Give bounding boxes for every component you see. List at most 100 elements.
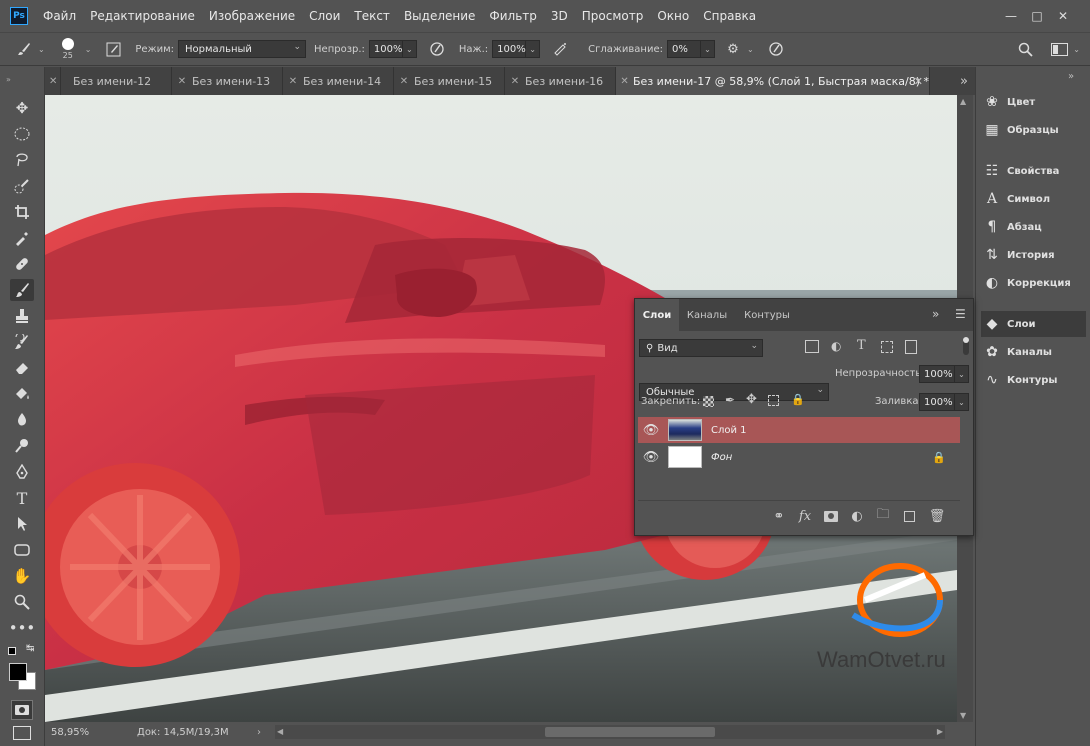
smoothing-chevron-icon[interactable]: ⌄: [700, 40, 715, 58]
layer-filter-dropdown[interactable]: ⚲ Вид ⌄: [639, 339, 763, 357]
add-mask-icon[interactable]: [821, 506, 841, 526]
type-tool-icon[interactable]: T: [10, 487, 34, 509]
eraser-tool-icon[interactable]: [10, 357, 34, 379]
horizontal-scroll-thumb[interactable]: [545, 727, 715, 737]
close-tab-icon[interactable]: ✕: [287, 76, 299, 87]
fill-chevron-icon[interactable]: ⌄: [955, 393, 969, 411]
menu-edit[interactable]: Редактирование: [83, 9, 202, 23]
menu-3d[interactable]: 3D: [544, 9, 575, 23]
opacity-pressure-icon[interactable]: [427, 39, 447, 59]
minimize-button[interactable]: —: [998, 6, 1024, 26]
filter-type-icon[interactable]: T: [857, 338, 866, 353]
tab-doc-12[interactable]: ✕: [45, 67, 61, 95]
tab-doc-16[interactable]: ✕ Без имени-16: [505, 67, 616, 95]
tab-doc-17[interactable]: ✕ Без имени-17 @ 58,9% (Слой 1, Быстрая м…: [616, 67, 930, 95]
scroll-right-icon[interactable]: ▶: [937, 727, 943, 736]
screen-mode-icon[interactable]: [13, 726, 31, 740]
fill-field[interactable]: 100%: [919, 393, 955, 411]
tab-paths[interactable]: Контуры: [735, 299, 799, 331]
preset-chevron-icon[interactable]: ⌄: [38, 45, 45, 54]
default-colors-icon[interactable]: [8, 647, 16, 655]
mode-dropdown[interactable]: Нормальный ⌄: [178, 40, 307, 58]
status-menu-icon[interactable]: ›: [257, 727, 261, 738]
dock-item-paragraph[interactable]: ¶ Абзац: [981, 214, 1086, 240]
dock-item-properties[interactable]: ☷ Свойства: [981, 158, 1086, 184]
scroll-left-icon[interactable]: ◀: [277, 727, 283, 736]
adjustment-layer-icon[interactable]: ◐: [847, 506, 867, 526]
menu-filter[interactable]: Фильтр: [482, 9, 543, 23]
close-window-button[interactable]: ✕: [1050, 6, 1076, 26]
quick-mask-button[interactable]: [11, 700, 33, 720]
dock-item-swatches[interactable]: ▦ Образцы: [981, 117, 1086, 143]
rectangle-tool-icon[interactable]: [10, 539, 34, 561]
lock-all-icon[interactable]: 🔒: [791, 393, 805, 406]
lock-position-icon[interactable]: ✥: [746, 392, 757, 407]
crop-tool-icon[interactable]: [10, 201, 34, 223]
dock-collapse-icon[interactable]: »: [1068, 71, 1074, 82]
stamp-tool-icon[interactable]: [10, 305, 34, 327]
filter-toggle[interactable]: [963, 337, 969, 355]
path-selection-tool-icon[interactable]: [10, 513, 34, 535]
marquee-tool-icon[interactable]: [10, 123, 34, 145]
tab-layers[interactable]: Слои: [635, 299, 679, 331]
smoothing-field[interactable]: 0%: [666, 40, 701, 58]
layer-opacity-chevron-icon[interactable]: ⌄: [955, 365, 969, 383]
swap-colors-icon[interactable]: ↹: [26, 643, 34, 654]
close-tab-icon[interactable]: ✕: [176, 76, 188, 87]
foreground-color-swatch[interactable]: [9, 663, 27, 681]
menu-window[interactable]: Окно: [650, 9, 696, 23]
horizontal-scrollbar[interactable]: ◀ ▶: [275, 725, 945, 739]
workspace-icon[interactable]: [1049, 39, 1069, 59]
zoom-tool-icon[interactable]: [10, 591, 34, 613]
close-tab-icon[interactable]: ✕: [620, 76, 629, 87]
dock-item-color[interactable]: ❀ Цвет: [981, 89, 1086, 115]
close-tab-icon[interactable]: ✕: [398, 76, 410, 87]
pressure-size-icon[interactable]: [766, 39, 786, 59]
healing-brush-tool-icon[interactable]: [10, 253, 34, 275]
brush-size-picker[interactable]: 25: [55, 38, 81, 60]
folder-icon[interactable]: 🗀: [873, 506, 893, 526]
paint-bucket-tool-icon[interactable]: [10, 383, 34, 405]
dock-item-layers[interactable]: ◆ Слои: [981, 311, 1086, 337]
zoom-level[interactable]: 58,95%: [45, 727, 95, 738]
dock-item-adjustments[interactable]: ◐ Коррекция: [981, 270, 1086, 296]
brush-tool-icon[interactable]: [10, 279, 34, 301]
search-icon[interactable]: [1015, 39, 1035, 59]
dock-item-character[interactable]: A Символ: [981, 186, 1086, 212]
tab-doc-14[interactable]: ✕ Без имени-14: [283, 67, 394, 95]
new-layer-icon[interactable]: [899, 506, 919, 526]
eye-icon[interactable]: 👁: [638, 450, 664, 465]
tab-doc-15[interactable]: ✕ Без имени-15: [394, 67, 505, 95]
filter-pixel-icon[interactable]: [805, 340, 819, 353]
lock-transparent-icon[interactable]: [703, 396, 714, 407]
menu-image[interactable]: Изображение: [202, 9, 302, 23]
airbrush-icon[interactable]: [550, 39, 570, 59]
tabs-overflow-icon[interactable]: »: [953, 67, 975, 95]
menu-type[interactable]: Текст: [347, 9, 397, 23]
move-tool-icon[interactable]: ✥: [10, 97, 34, 119]
menu-file[interactable]: Файл: [36, 9, 83, 23]
scroll-up-icon[interactable]: ▲: [960, 97, 966, 106]
dodge-tool-icon[interactable]: [10, 435, 34, 457]
layer-row-background[interactable]: 👁 Фон 🔒: [638, 444, 960, 470]
close-active-tab-icon[interactable]: ✕: [914, 75, 923, 88]
more-tools-icon[interactable]: •••: [9, 617, 36, 639]
panel-menu-icon[interactable]: ☰: [955, 307, 966, 321]
dock-item-history[interactable]: ⇅ История: [981, 242, 1086, 268]
flow-chevron-icon[interactable]: ⌄: [526, 40, 541, 58]
dock-item-channels[interactable]: ✿ Каналы: [981, 339, 1086, 365]
history-brush-tool-icon[interactable]: [10, 331, 34, 353]
workspace-chevron-icon[interactable]: ⌄: [1073, 45, 1080, 54]
opacity-chevron-icon[interactable]: ⌄: [402, 40, 417, 58]
trash-icon[interactable]: 🗑: [927, 506, 947, 526]
layer-opacity-field[interactable]: 100%: [919, 365, 955, 383]
filter-smart-object-icon[interactable]: [905, 340, 917, 354]
tab-doc-13[interactable]: ✕ Без имени-13: [172, 67, 283, 95]
brush-size-chevron-icon[interactable]: ⌄: [85, 45, 92, 54]
hand-tool-icon[interactable]: ✋: [10, 565, 34, 587]
flow-field[interactable]: 100%: [492, 40, 527, 58]
eye-icon[interactable]: 👁: [638, 423, 664, 438]
fx-icon[interactable]: fx: [795, 506, 815, 526]
tab-doc-12[interactable]: Без имени-12: [61, 67, 172, 95]
menu-layer[interactable]: Слои: [302, 9, 347, 23]
